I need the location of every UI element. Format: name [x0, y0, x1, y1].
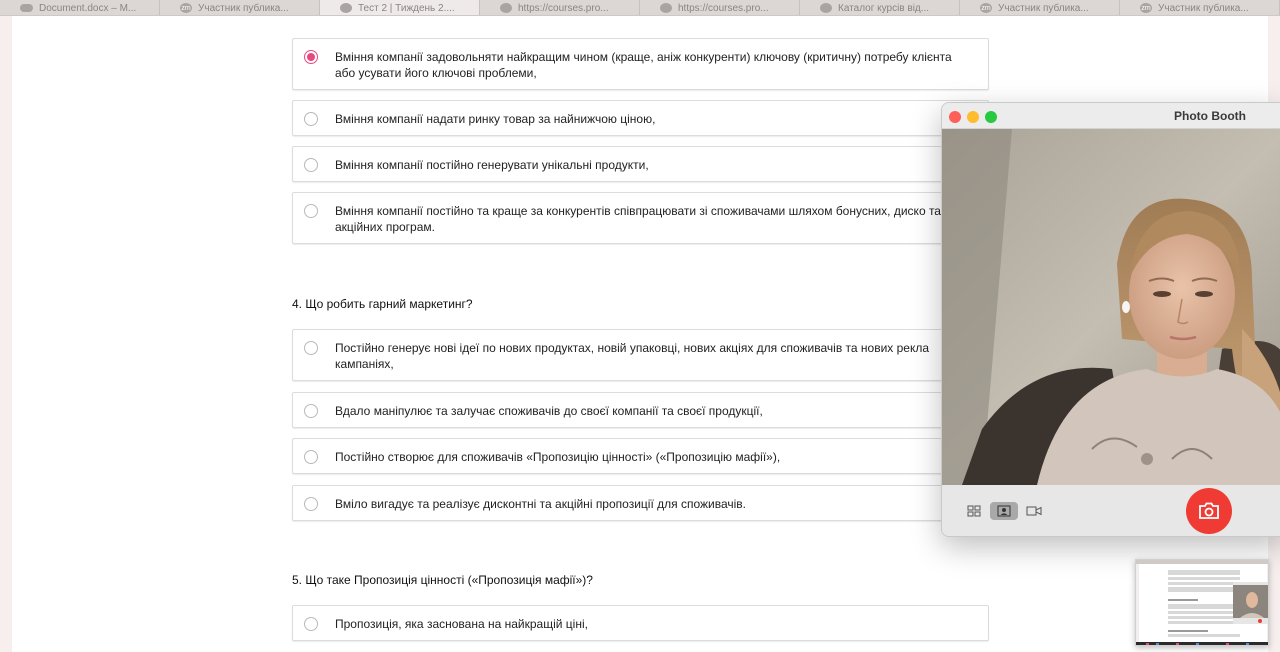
radio-button-checked[interactable]	[304, 50, 318, 64]
answer-option-selected[interactable]: Вміння компанії задовольняти найкращим ч…	[292, 38, 989, 90]
cloud-icon	[20, 4, 33, 12]
tab-label: Document.docx – M...	[39, 2, 137, 14]
course-icon	[500, 3, 512, 13]
answer-option[interactable]: Вміння компанії постійно та краще за кон…	[292, 192, 989, 244]
take-photo-button[interactable]	[1186, 488, 1232, 534]
answer-option[interactable]: Постійно створює для споживачів «Пропози…	[292, 438, 989, 474]
answer-text: Вміння компанії постійно генерувати унік…	[335, 158, 649, 172]
browser-tab[interactable]: zm Участник публика...	[160, 0, 320, 15]
radio-button[interactable]	[304, 450, 318, 464]
answer-option[interactable]: Вміння компанії постійно генерувати унік…	[292, 146, 989, 182]
radio-button[interactable]	[304, 404, 318, 418]
window-titlebar[interactable]: Photo Booth	[942, 103, 1280, 129]
answer-text: Постійно створює для споживачів «Пропози…	[335, 450, 781, 464]
answer-text: Вміло вигадує та реалізує дисконтні та а…	[335, 497, 746, 511]
browser-tab[interactable]: zm Участник публика...	[1120, 0, 1280, 15]
zoom-icon: zm	[1140, 3, 1152, 13]
window-title: Photo Booth	[1174, 109, 1246, 123]
radio-button[interactable]	[304, 341, 318, 355]
mode-selector	[960, 502, 1048, 520]
answer-option[interactable]: Вміння компанії надати ринку товар за на…	[292, 100, 989, 136]
radio-button[interactable]	[304, 497, 318, 511]
answer-text: Постійно генерує нові ідеї по нових прод…	[335, 341, 930, 371]
minimize-button[interactable]	[967, 111, 979, 123]
tab-label: https://courses.pro...	[678, 2, 769, 14]
photo-booth-window: Photo Booth	[941, 102, 1280, 537]
answer-text: Пропозиція, яка заснована на найкращій ц…	[335, 617, 588, 631]
tab-label: Каталог курсів від...	[838, 2, 930, 14]
answer-option[interactable]: Пропозиція, яка заснована на найкращій ц…	[292, 605, 989, 641]
course-icon	[340, 3, 352, 13]
mode-portrait-button[interactable]	[990, 502, 1018, 520]
portrait-icon	[997, 505, 1011, 517]
photo-booth-toolbar	[942, 485, 1280, 536]
screenshot-preview-image	[1136, 560, 1268, 645]
tab-label: https://courses.pro...	[518, 2, 609, 14]
browser-tab[interactable]: zm Участник публика...	[960, 0, 1120, 15]
answer-text: Вміння компанії надати ринку товар за на…	[335, 112, 656, 126]
camera-preview	[942, 129, 1280, 485]
zoom-icon: zm	[180, 3, 192, 13]
browser-tab-active[interactable]: Тест 2 | Тиждень 2....	[320, 0, 480, 15]
browser-tab-bar: Document.docx – M... zm Участник публика…	[0, 0, 1280, 16]
radio-button[interactable]	[304, 158, 318, 172]
camera-feed-image	[942, 129, 1280, 485]
radio-button[interactable]	[304, 204, 318, 218]
answer-option[interactable]: Вдало маніпулює та залучає споживачів до…	[292, 392, 989, 428]
answer-option[interactable]: Постійно генерує нові ідеї по нових прод…	[292, 329, 989, 381]
question-title: 4. Що робить гарний маркетинг?	[292, 297, 473, 311]
question-title: 5. Що таке Пропозиція цінності («Пропози…	[292, 573, 593, 587]
tab-label: Участник публика...	[1158, 2, 1249, 14]
answer-text: Вдало маніпулює та залучає споживачів до…	[335, 404, 763, 418]
mode-video-button[interactable]	[1020, 502, 1048, 520]
course-icon	[660, 3, 672, 13]
tab-label: Тест 2 | Тиждень 2....	[358, 2, 455, 14]
zoom-icon: zm	[980, 3, 992, 13]
camera-icon	[1199, 502, 1219, 519]
screenshot-thumbnail[interactable]	[1135, 559, 1269, 646]
answer-text: Вміння компанії постійно та краще за кон…	[335, 204, 941, 234]
radio-button[interactable]	[304, 112, 318, 126]
video-icon	[1026, 506, 1042, 516]
tab-label: Участник публика...	[198, 2, 289, 14]
browser-tab[interactable]: Каталог курсів від...	[800, 0, 960, 15]
grid-icon	[967, 505, 981, 517]
close-button[interactable]	[949, 111, 961, 123]
browser-tab[interactable]: https://courses.pro...	[480, 0, 640, 15]
course-icon	[820, 3, 832, 13]
answer-option[interactable]: Вміло вигадує та реалізує дисконтні та а…	[292, 485, 989, 521]
browser-tab[interactable]: Document.docx – M...	[0, 0, 160, 15]
browser-tab[interactable]: https://courses.pro...	[640, 0, 800, 15]
answer-text: Вміння компанії задовольняти найкращим ч…	[335, 50, 952, 80]
mode-grid-button[interactable]	[960, 502, 988, 520]
tab-label: Участник публика...	[998, 2, 1089, 14]
zoom-button[interactable]	[985, 111, 997, 123]
radio-button[interactable]	[304, 617, 318, 631]
